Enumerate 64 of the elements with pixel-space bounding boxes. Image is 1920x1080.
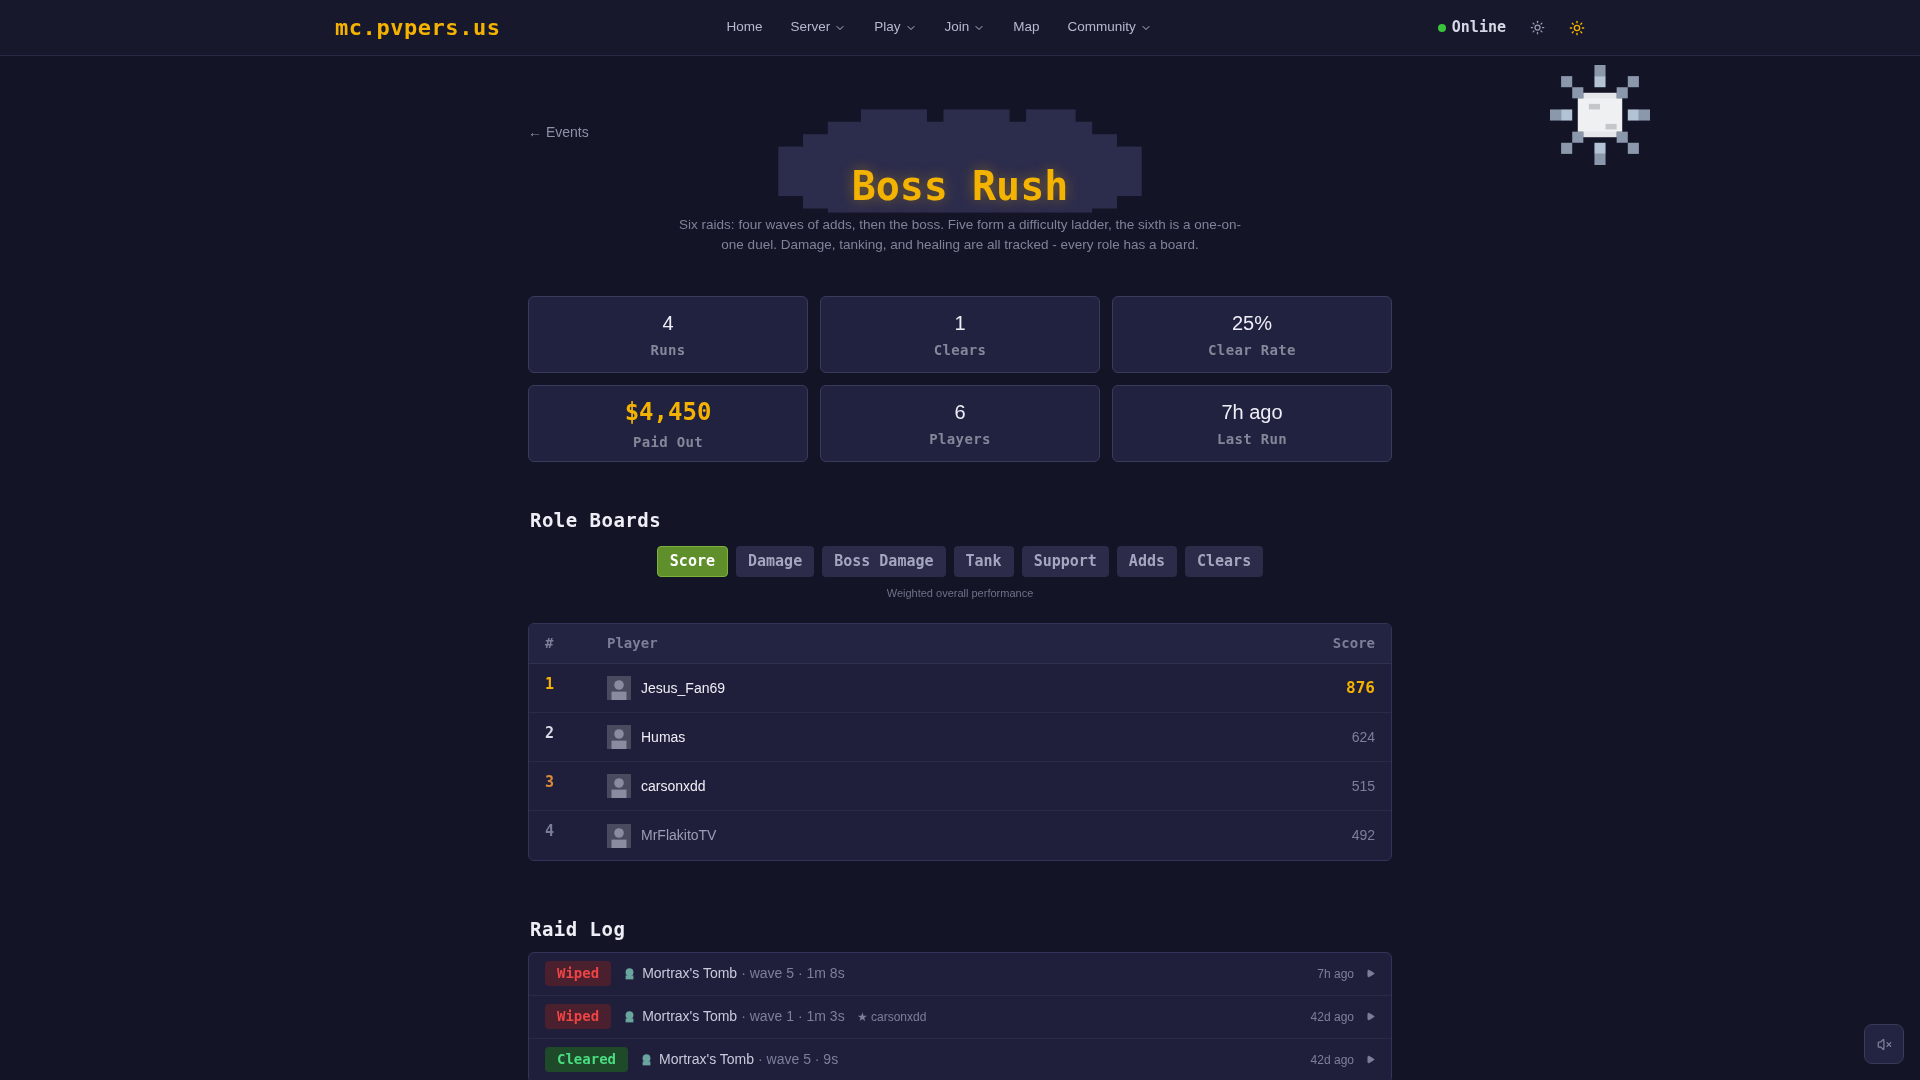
stat-label: Clear Rate bbox=[1208, 341, 1296, 360]
stat-value: 6 bbox=[954, 400, 966, 425]
raid-detail: · wave 5 · 1m 8s bbox=[741, 964, 845, 983]
player-name: Humas bbox=[641, 727, 687, 747]
rank-number: 1 bbox=[545, 673, 556, 695]
role-tab[interactable]: Tank bbox=[953, 545, 1014, 577]
status-badge: Wiped bbox=[545, 1004, 612, 1029]
player-name: MrFlakitoTV bbox=[641, 826, 718, 845]
raid-name: Mortrax's Tomb bbox=[659, 1050, 754, 1069]
time-label: 42d ago bbox=[1310, 1008, 1354, 1026]
stat-value: 7h ago bbox=[1221, 400, 1283, 425]
nav-link[interactable]: Server bbox=[790, 17, 847, 38]
column-header: Player bbox=[607, 634, 659, 653]
stat-label: Paid Out bbox=[632, 433, 704, 452]
status-badge: Cleared bbox=[545, 1047, 628, 1072]
stat-label: Last Run bbox=[1216, 430, 1288, 449]
role-tab[interactable]: Clears bbox=[1185, 545, 1264, 577]
nav-link[interactable]: Map bbox=[1013, 17, 1040, 38]
stat-value: 25% bbox=[1232, 311, 1272, 336]
column-header: # bbox=[545, 634, 555, 653]
raid-log-row[interactable]: Wiped Mortrax's Tomb · wave 5 · 1m 8s 7h ago bbox=[529, 952, 1391, 996]
player-name: Jesus_Fan69 bbox=[641, 678, 727, 698]
rank-number: 2 bbox=[545, 722, 556, 744]
status-badge: Wiped bbox=[545, 961, 612, 986]
score-value: 492 bbox=[1351, 826, 1375, 845]
raid-log-row[interactable]: Cleared Mortrax's Tomb · wave 5 · 9s 42d ago bbox=[529, 1038, 1391, 1080]
nav-link[interactable]: Community bbox=[1067, 17, 1152, 38]
raid-detail: · wave 5 · 9s bbox=[758, 1050, 839, 1069]
raid-detail: · wave 1 · 1m 3s bbox=[741, 1007, 845, 1026]
rank-number: 4 bbox=[545, 821, 556, 843]
stat-value: 1 bbox=[954, 311, 966, 336]
status-label: Online bbox=[1451, 17, 1506, 39]
score-value: 876 bbox=[1346, 677, 1375, 699]
role-tab[interactable]: Boss Damage bbox=[822, 545, 946, 577]
stat-value: 4 bbox=[662, 311, 674, 336]
role-tab[interactable]: Adds bbox=[1116, 545, 1177, 577]
time-label: 42d ago bbox=[1310, 1051, 1354, 1069]
raid-name: Mortrax's Tomb bbox=[642, 964, 738, 983]
section-heading: Role Boards bbox=[530, 508, 663, 533]
stat-value: $4,450 bbox=[624, 397, 712, 428]
raid-log-row[interactable]: Wiped Mortrax's Tomb · wave 1 · 1m 3s ★ carsonxdd 42d ago bbox=[529, 995, 1391, 1039]
score-value: 515 bbox=[1351, 776, 1375, 796]
role-tab[interactable]: Damage bbox=[736, 545, 815, 577]
role-tab[interactable]: Support bbox=[1021, 545, 1109, 577]
player-name: carsonxdd bbox=[641, 776, 707, 796]
section-heading: Raid Log bbox=[530, 917, 627, 942]
nav-link[interactable]: Join bbox=[944, 17, 986, 38]
board-caption: Weighted overall performance bbox=[885, 585, 1035, 601]
page-title: Boss Rush bbox=[850, 162, 1070, 211]
site-logo[interactable]: mc.pvpers.us bbox=[335, 11, 501, 44]
time-label: 7h ago bbox=[1317, 965, 1354, 983]
back-link[interactable]: ← Events bbox=[528, 122, 589, 143]
page-description: Six raids: four waves of adds, then the boss. Five form a difficulty ladder, the sixth is a one-on-one duel. Damage, tanking, and healing are all tracked - every role has a board. bbox=[678, 216, 1242, 254]
nav-link[interactable]: Home bbox=[726, 17, 763, 38]
nav-link[interactable]: Play bbox=[874, 17, 917, 38]
role-tab[interactable]: Score bbox=[656, 545, 728, 577]
stat-label: Runs bbox=[650, 341, 686, 360]
stat-label: Clears bbox=[933, 341, 987, 360]
score-value: 624 bbox=[1351, 727, 1375, 747]
stat-label: Players bbox=[929, 430, 991, 449]
rank-number: 3 bbox=[545, 771, 556, 793]
mvp-label: ★ carsonxdd bbox=[856, 1008, 927, 1026]
column-header: Score bbox=[1332, 634, 1375, 653]
raid-name: Mortrax's Tomb bbox=[642, 1007, 738, 1026]
